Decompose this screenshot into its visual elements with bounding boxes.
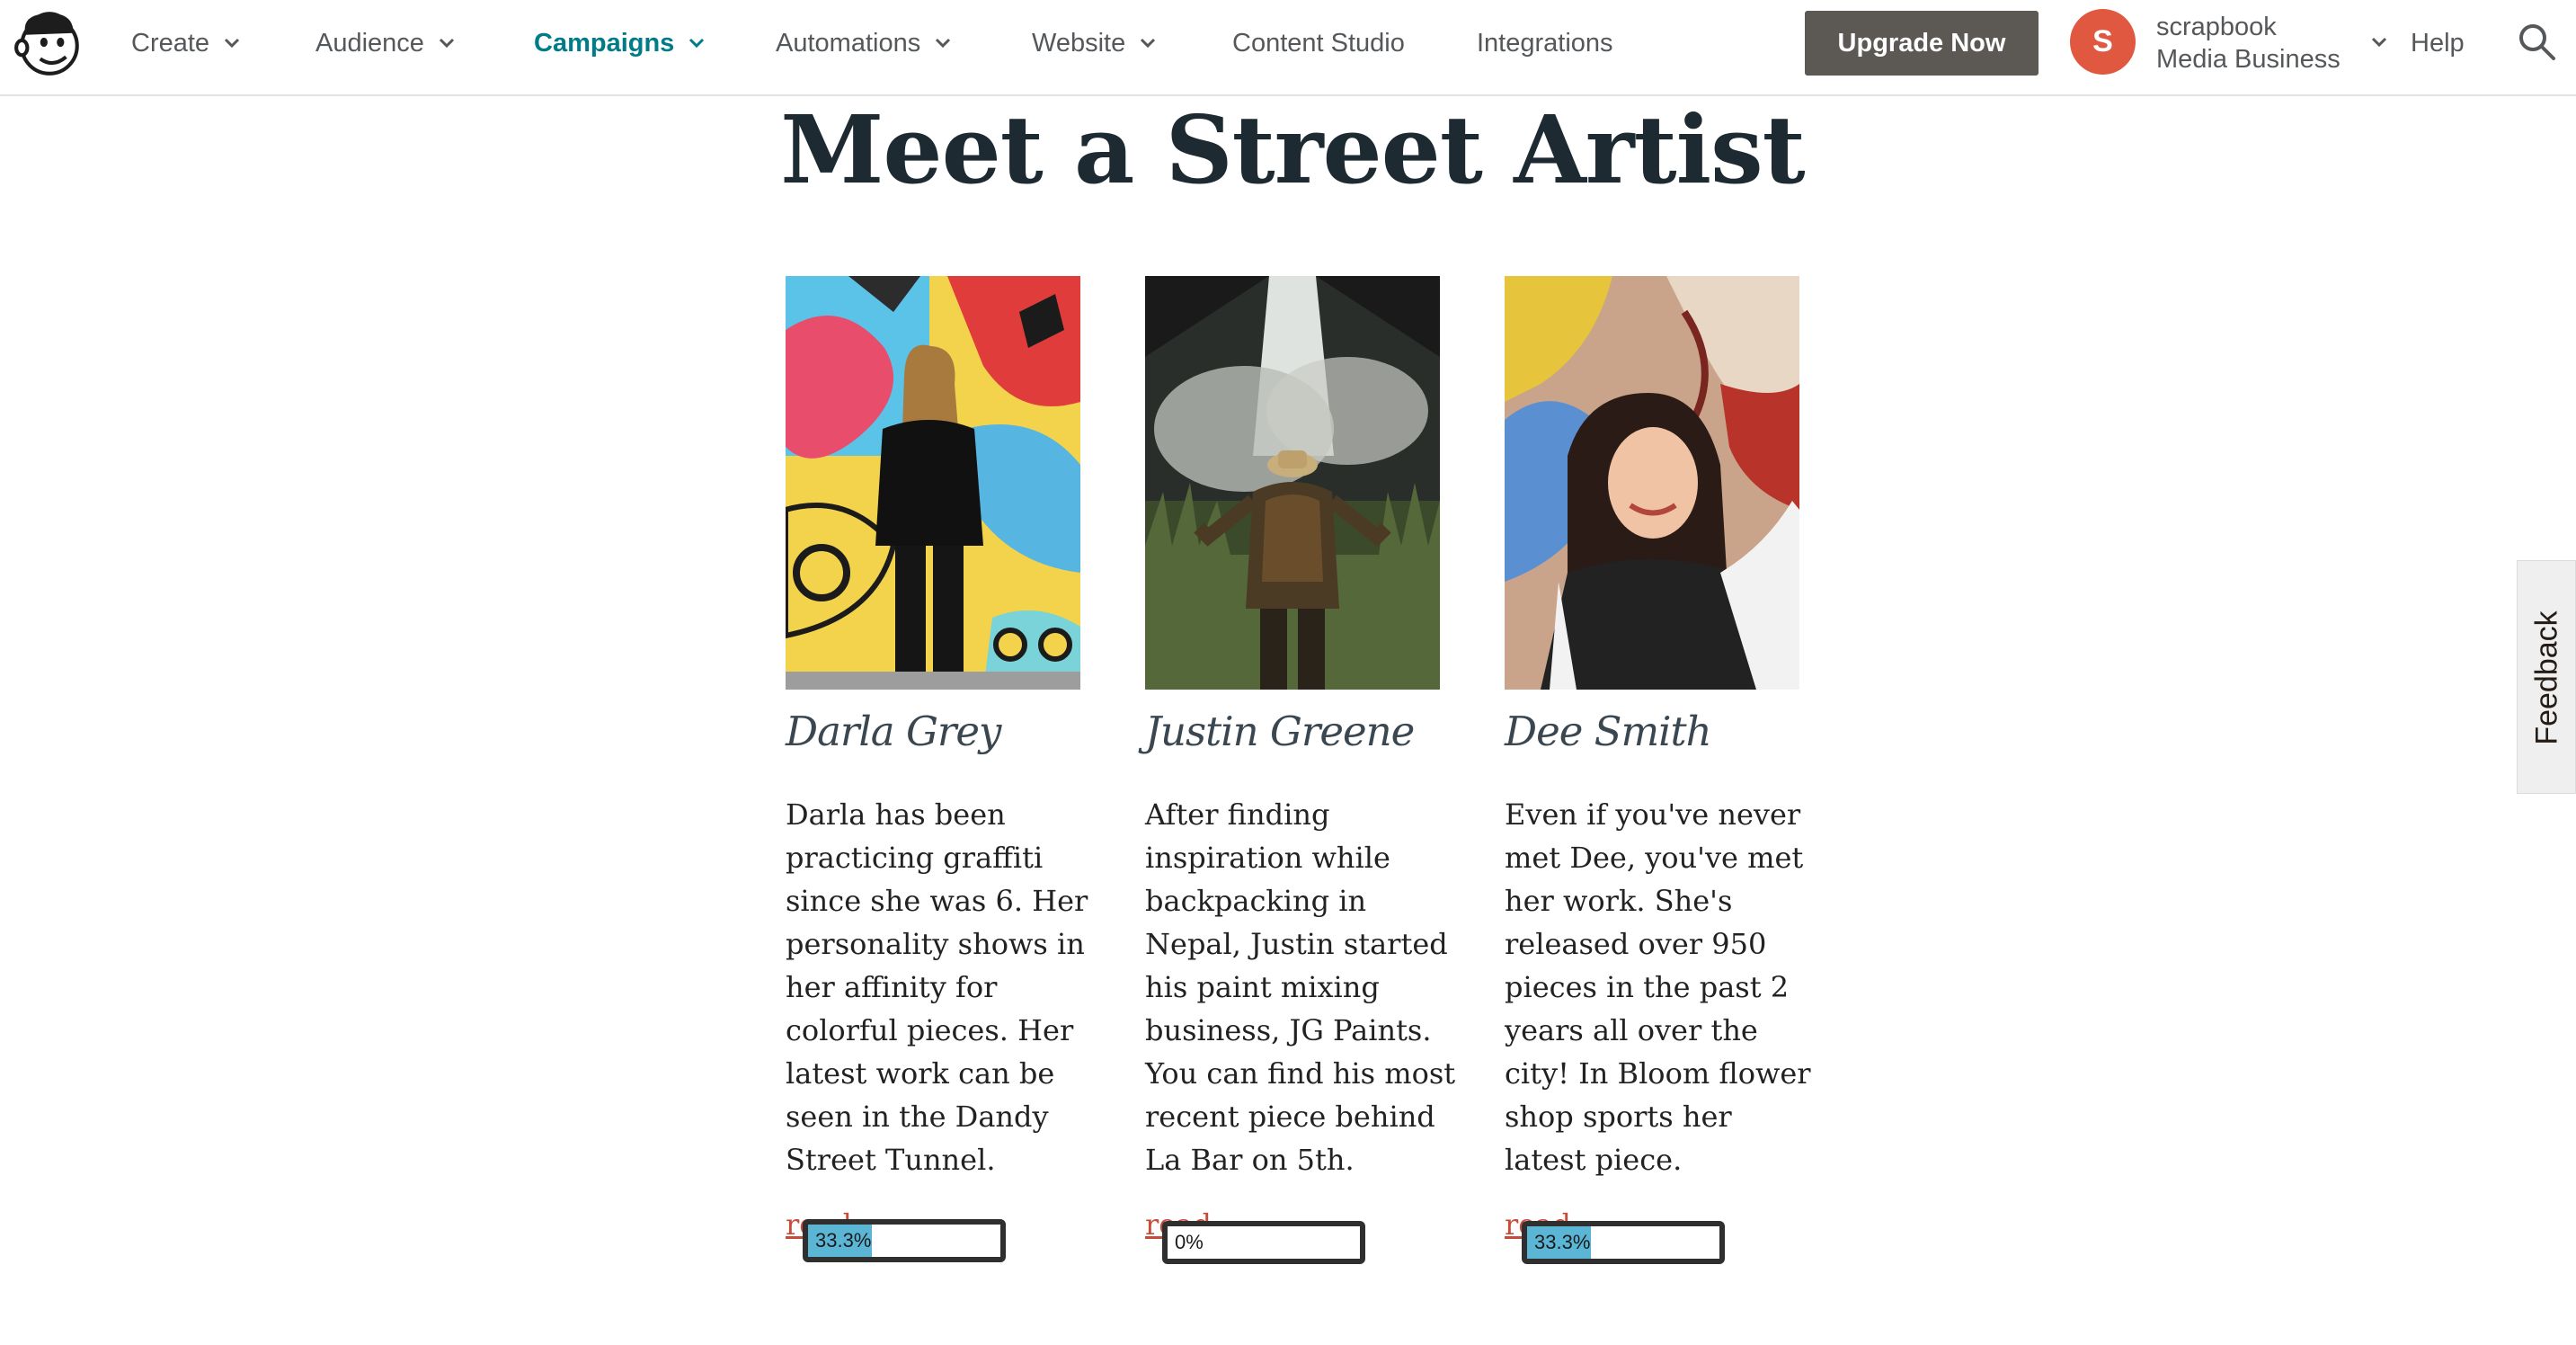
artist-card: Dee Smith Even if you've never met Dee, …: [1505, 276, 1811, 1181]
chevron-down-icon: [1141, 38, 1156, 49]
nav-content-studio-label: Content Studio: [1232, 28, 1405, 58]
progress-bar: 0%: [1162, 1221, 1365, 1264]
progress-bar: 33.3%: [1522, 1221, 1725, 1264]
artist-photo: [1505, 276, 1799, 690]
nav-audience-label: Audience: [315, 28, 424, 58]
chevron-down-icon: [224, 38, 240, 49]
chevron-down-icon: [439, 38, 454, 49]
upgrade-now-button[interactable]: Upgrade Now: [1805, 11, 2039, 76]
nav-campaigns-label: Campaigns: [534, 28, 675, 58]
nav-create-label: Create: [131, 28, 210, 58]
feedback-tab[interactable]: Feedback: [2517, 560, 2576, 794]
artist-card: Darla Grey Darla has been practicing gra…: [786, 276, 1088, 1181]
progress-label: 0%: [1175, 1231, 1204, 1253]
progress-bar: 33.3%: [803, 1219, 1006, 1262]
artist-bio: Even if you've never met Dee, you've met…: [1505, 797, 1811, 1177]
nav-automations-label: Automations: [776, 28, 921, 58]
artist-name: Darla Grey: [786, 708, 1001, 755]
nav-content-studio[interactable]: Content Studio: [1232, 0, 1405, 86]
search-icon[interactable]: [2517, 22, 2556, 61]
nav-automations[interactable]: Automations: [776, 0, 951, 86]
artist-name: Dee Smith: [1505, 708, 1712, 755]
mailchimp-freddie-icon[interactable]: [13, 7, 86, 81]
account-name: scrapbook: [2156, 13, 2277, 41]
progress-label: 33.3%: [815, 1229, 872, 1251]
artist-photo: [1145, 276, 1440, 690]
nav-website-label: Website: [1032, 28, 1126, 58]
page-title: Meet a Street Artist: [780, 94, 1805, 205]
nav-integrations[interactable]: Integrations: [1477, 0, 1613, 86]
account-menu[interactable]: scrapbook Media Business: [2156, 11, 2341, 76]
top-navigation-bar: Create Audience Campaigns Automations We…: [0, 0, 2576, 96]
nav-website[interactable]: Website: [1032, 0, 1156, 86]
artist-card: Justin Greene After finding inspiration …: [1145, 276, 1455, 1181]
artist-photo: [786, 276, 1080, 690]
chevron-down-icon[interactable]: [2371, 37, 2387, 48]
feedback-label: Feedback: [2529, 610, 2564, 745]
help-link[interactable]: Help: [2411, 0, 2465, 86]
account-plan: Media Business: [2156, 45, 2341, 74]
nav-audience[interactable]: Audience: [315, 0, 455, 86]
artist-bio: After finding inspiration while backpack…: [1145, 797, 1456, 1177]
account-avatar[interactable]: S: [2070, 9, 2136, 75]
artist-name: Justin Greene: [1145, 708, 1415, 755]
progress-label: 33.3%: [1534, 1231, 1591, 1253]
chevron-down-icon: [689, 38, 705, 49]
nav-integrations-label: Integrations: [1477, 28, 1613, 58]
nav-campaigns[interactable]: Campaigns: [534, 0, 705, 86]
chevron-down-icon: [936, 38, 951, 49]
artist-bio: Darla has been practicing graffiti since…: [786, 797, 1088, 1177]
nav-create[interactable]: Create: [131, 0, 240, 86]
